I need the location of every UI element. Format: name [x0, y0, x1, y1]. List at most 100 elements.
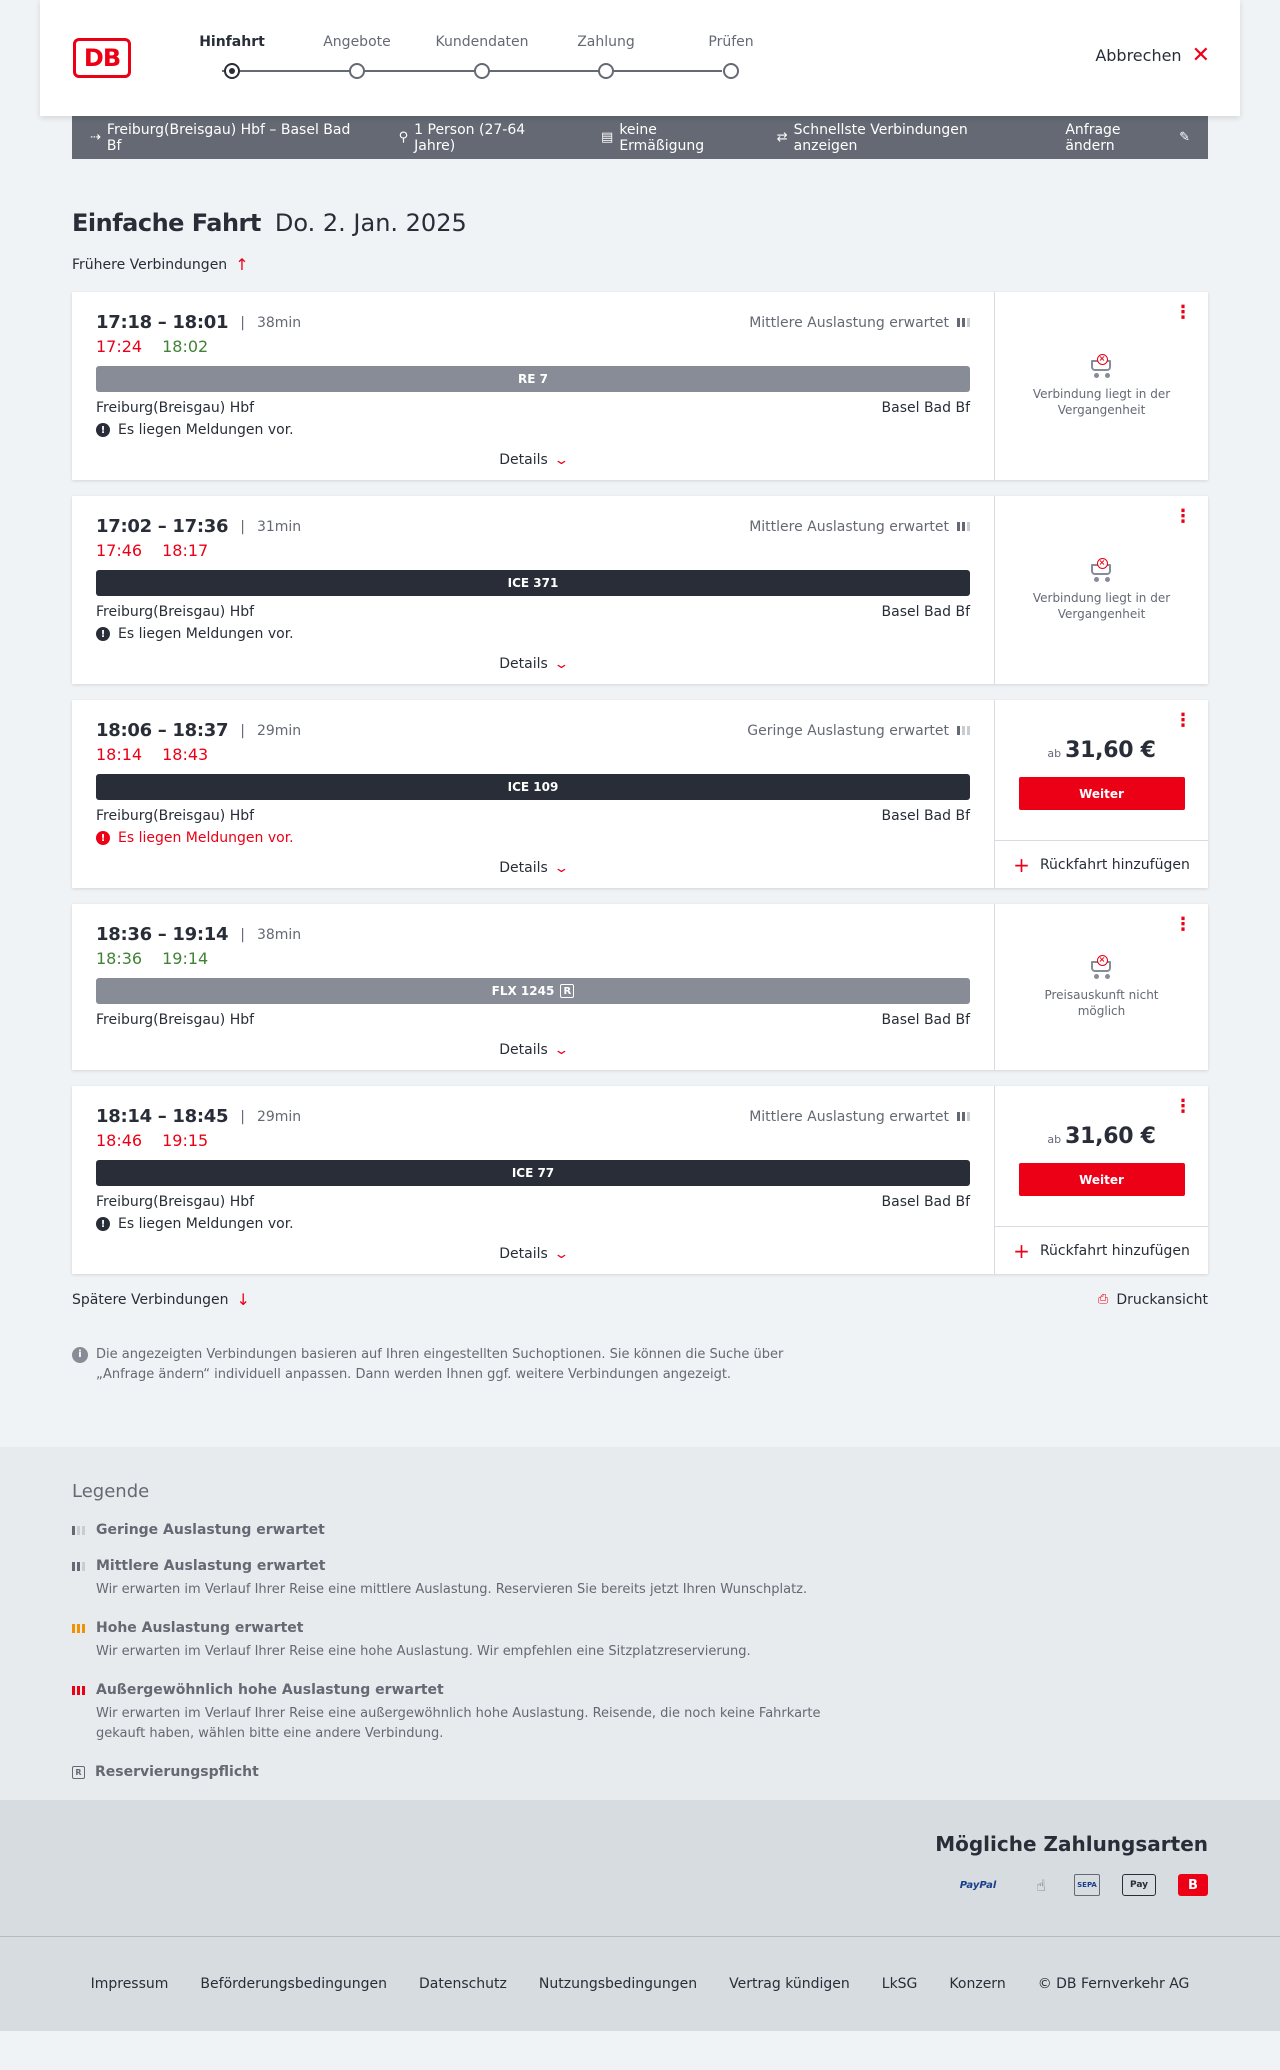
details-toggle[interactable]: Details ⌄: [96, 452, 970, 468]
add-return-trip-button[interactable]: + Rückfahrt hinzufügen: [995, 840, 1208, 888]
chevron-down-icon: ⌄: [553, 860, 570, 876]
realtime-arrival: 18:02: [162, 337, 209, 356]
step-label: Prüfen: [708, 34, 754, 50]
step-kundendaten: Kundendaten: [422, 34, 542, 79]
legend-item-head: Mittlere Auslastung erwartet: [72, 1558, 1208, 1574]
arrow-up-icon: ↑: [235, 255, 249, 274]
scheduled-times: 17:18 – 18:01: [96, 312, 229, 333]
more-options-icon[interactable]: ⋮: [1174, 712, 1192, 730]
realtime-row: 18:46 19:15: [96, 1131, 970, 1150]
realtime-arrival: 19:15: [162, 1131, 209, 1150]
message-notice: ! Es liegen Meldungen vor.: [96, 626, 970, 642]
more-options-icon[interactable]: ⋮: [1174, 508, 1192, 526]
footer-link-lksg[interactable]: LkSG: [882, 1976, 918, 1992]
train-bar[interactable]: FLX 1245 R: [96, 978, 970, 1004]
continue-button[interactable]: Weiter: [1018, 777, 1185, 810]
payment-title: Mögliche Zahlungsarten: [935, 1832, 1208, 1856]
price-amount: 31,60 €: [1065, 1124, 1156, 1149]
message-notice: ! Es liegen Meldungen vor.: [96, 422, 970, 438]
db-bahn-icon: B: [1178, 1874, 1208, 1896]
fastest-toggle[interactable]: ⇄ Schnellste Verbindungen anzeigen: [777, 122, 1034, 154]
details-toggle[interactable]: Details ⌄: [96, 1246, 970, 1262]
station-row: Freiburg(Breisgau) Hbf Basel Bad Bf: [96, 604, 970, 620]
footer-link-datenschutz[interactable]: Datenschutz: [419, 1976, 507, 1992]
message-text: Es liegen Meldungen vor.: [118, 626, 294, 642]
chevron-down-icon: ⌄: [553, 1246, 570, 1262]
more-options-icon[interactable]: ⋮: [1174, 916, 1192, 934]
print-view-button[interactable]: ⎙ Druckansicht: [1098, 1292, 1208, 1308]
earlier-connections-link[interactable]: Frühere Verbindungen ↑: [72, 255, 1208, 274]
connection-card: 17:18 – 18:01 | 38min Mittlere Auslastung e…: [72, 292, 1208, 480]
page-footer: Impressum Beförderungsbedingungen Datens…: [0, 1936, 1280, 2031]
arrow-down-icon: ↓: [236, 1290, 250, 1309]
price: ab 31,60 €: [1047, 738, 1156, 763]
footer-link-vertrag-kuendigen[interactable]: Vertrag kündigen: [729, 1976, 850, 1992]
train-bar[interactable]: ICE 109: [96, 774, 970, 800]
load-bar: [957, 318, 960, 327]
legend-item-title: Hohe Auslastung erwartet: [96, 1620, 304, 1636]
discount-summary[interactable]: ▤ keine Ermäßigung: [601, 122, 745, 154]
message-text: Es liegen Meldungen vor.: [118, 830, 294, 846]
details-label: Details: [499, 452, 548, 468]
realtime-row: 17:24 18:02: [96, 337, 970, 356]
info-text: Die angezeigten Verbindungen basieren au…: [96, 1347, 784, 1382]
footer-link-konzern[interactable]: Konzern: [949, 1976, 1005, 1992]
legend-item-head: Hohe Auslastung erwartet: [72, 1620, 1208, 1636]
realtime-row: 18:14 18:43: [96, 745, 970, 764]
route-summary[interactable]: ⇢ Freiburg(Breisgau) Hbf – Basel Bad Bf: [90, 122, 367, 154]
footer-link-impressum[interactable]: Impressum: [91, 1976, 169, 1992]
legend-item-desc: Wir erwarten im Verlauf Ihrer Reise eine…: [96, 1644, 751, 1659]
change-request-button[interactable]: Anfrage ändern ✎: [1065, 122, 1190, 154]
legend-item: Hohe Auslastung erwartet Wir erwarten im …: [72, 1620, 1208, 1662]
chevron-down-icon: ⌄: [553, 656, 570, 672]
more-options-icon[interactable]: ⋮: [1174, 1098, 1192, 1116]
db-logo[interactable]: DB: [73, 38, 131, 78]
train-bar[interactable]: ICE 77: [96, 1160, 970, 1186]
legend-item: Außergewöhnlich hohe Auslastung erwartet…: [72, 1682, 1208, 1744]
connection-list: 17:18 – 18:01 | 38min Mittlere Auslastung e…: [72, 292, 1208, 1274]
fastest-text: Schnellste Verbindungen anzeigen: [793, 121, 968, 154]
step-label: Zahlung: [577, 34, 635, 50]
realtime-departure: 18:46: [96, 1131, 143, 1150]
continue-button[interactable]: Weiter: [1018, 1163, 1185, 1196]
legend-item-title: Außergewöhnlich hohe Auslastung erwartet: [96, 1682, 444, 1698]
departure-station: Freiburg(Breisgau) Hbf: [96, 1194, 255, 1210]
train-bar[interactable]: RE 7: [96, 366, 970, 392]
step-dot: [723, 63, 739, 79]
details-toggle[interactable]: Details ⌄: [96, 656, 970, 672]
apple-pay-icon: Pay: [1122, 1874, 1156, 1896]
return-label: Rückfahrt hinzufügen: [1039, 856, 1190, 873]
reservation-icon: R: [72, 1765, 85, 1779]
time-row: 18:14 – 18:45 | 29min Mittlere Auslastung e…: [96, 1106, 970, 1127]
divider: |: [240, 926, 245, 943]
list-footer: Spätere Verbindungen ↓ ⎙ Druckansicht: [72, 1290, 1208, 1309]
details-toggle[interactable]: Details ⌄: [96, 1042, 970, 1058]
footer-link-befoerderungsbedingungen[interactable]: Beförderungsbedingungen: [200, 1976, 387, 1992]
connection-card: 18:14 – 18:45 | 29min Mittlere Auslastung e…: [72, 1086, 1208, 1274]
chevron-down-icon: ⌄: [553, 452, 570, 468]
realtime-arrival: 19:14: [162, 949, 209, 968]
realtime-row: 17:46 18:17: [96, 541, 970, 560]
station-row: Freiburg(Breisgau) Hbf Basel Bad Bf: [96, 400, 970, 416]
sepa-icon: SEPA: [1074, 1874, 1100, 1896]
divider: |: [240, 518, 245, 535]
cancel-button[interactable]: Abbrechen ✕: [1095, 44, 1210, 66]
later-connections-link[interactable]: Spätere Verbindungen ↓: [72, 1290, 250, 1309]
legend-section: Legende Geringe Auslastung erwartet Mittl…: [0, 1447, 1280, 1800]
occupancy-high-icon: [72, 1623, 86, 1633]
arrival-station: Basel Bad Bf: [881, 604, 970, 620]
details-toggle[interactable]: Details ⌄: [96, 860, 970, 876]
cart-unavailable-icon: ×: [1089, 558, 1115, 582]
train-bar[interactable]: ICE 371: [96, 570, 970, 596]
more-options-icon[interactable]: ⋮: [1174, 304, 1192, 322]
passenger-summary[interactable]: ⚲ 1 Person (27-64 Jahre): [399, 122, 569, 154]
legend-title: Legende: [72, 1481, 150, 1502]
legend-item-title: Mittlere Auslastung erwartet: [96, 1558, 326, 1574]
footer-link-nutzungsbedingungen[interactable]: Nutzungsbedingungen: [539, 1976, 697, 1992]
departure-station: Freiburg(Breisgau) Hbf: [96, 1012, 255, 1028]
load-bar: [957, 1112, 960, 1121]
details-label: Details: [499, 1246, 548, 1262]
add-return-trip-button[interactable]: + Rückfahrt hinzufügen: [995, 1226, 1208, 1274]
earlier-label: Frühere Verbindungen: [72, 256, 228, 273]
train-name: ICE 109: [507, 780, 559, 794]
